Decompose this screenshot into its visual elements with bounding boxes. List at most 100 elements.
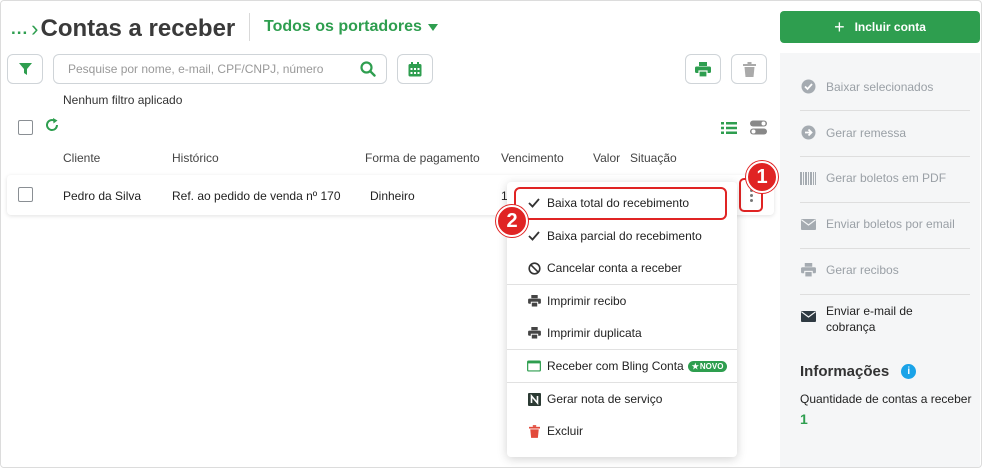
title-divider (249, 13, 250, 41)
sidebar-item-label: Enviar boletos por email (826, 217, 955, 231)
portadores-label: Todos os portadores (264, 18, 422, 35)
arrow-circle-icon (800, 125, 816, 140)
sidebar-item-gerar-remessa[interactable]: Gerar remessa (800, 125, 972, 140)
menu-divider (507, 382, 737, 383)
sidebar-item-enviar-email-cobranca[interactable]: Enviar e-mail de cobrança (800, 303, 972, 335)
check-icon (527, 229, 541, 243)
sidebar-divider (800, 110, 970, 111)
menu-item-label: Receber com Bling Conta (547, 359, 684, 373)
quantidade-label: Quantidade de contas a receber (800, 392, 972, 406)
col-header-situacao[interactable]: Situação (630, 151, 677, 165)
printer-icon (695, 61, 711, 77)
search-icon[interactable] (360, 61, 376, 77)
trash-icon (742, 61, 756, 77)
refresh-icon[interactable] (45, 118, 59, 132)
incluir-conta-button[interactable]: + Incluir conta (780, 11, 980, 43)
menu-item-baixa-parcial[interactable]: Baixa parcial do recebimento (507, 222, 737, 250)
delete-button[interactable] (731, 54, 767, 84)
quantidade-value: 1 (800, 411, 808, 427)
annotation-badge-2: 2 (496, 205, 528, 237)
app-frame: ... › Contas a receber Todos os portador… (0, 0, 982, 468)
menu-divider (507, 349, 737, 350)
col-header-historico[interactable]: Histórico (172, 151, 219, 165)
envelope-icon (800, 218, 816, 230)
sidebar-item-enviar-boletos-email[interactable]: Enviar boletos por email (800, 217, 972, 231)
col-header-valor[interactable]: Valor (593, 151, 620, 165)
filter-status: Nenhum filtro aplicado (63, 93, 183, 107)
novo-badge-label: NOVO (699, 361, 724, 371)
row-checkbox[interactable] (18, 187, 33, 202)
menu-item-label: Baixa parcial do recebimento (547, 229, 702, 243)
sidebar-item-label: Enviar e-mail de cobrança (826, 304, 913, 334)
menu-item-label: Gerar nota de serviço (547, 392, 663, 406)
col-header-cliente[interactable]: Cliente (63, 151, 100, 165)
sidebar-item-label: Gerar boletos em PDF (826, 171, 947, 185)
row-cliente: Pedro da Silva (63, 189, 142, 203)
sidebar: + Incluir conta Baixar selecionados Gera… (780, 1, 981, 467)
breadcrumb-back-link[interactable]: ... (11, 19, 28, 39)
sidebar-item-gerar-boletos-pdf[interactable]: Gerar boletos em PDF (800, 171, 972, 185)
barcode-icon (800, 171, 816, 185)
col-header-vencimento[interactable]: Vencimento (501, 151, 564, 165)
menu-divider (507, 284, 737, 285)
row-forma-pagamento: Dinheiro (370, 189, 415, 203)
n-logo-icon (527, 392, 541, 406)
sidebar-divider (800, 248, 970, 249)
novo-badge: ★ NOVO (687, 360, 728, 372)
annotation-badge-1: 1 (746, 161, 778, 193)
col-header-forma-pagamento[interactable]: Forma de pagamento (365, 151, 480, 165)
plus-icon: + (834, 17, 845, 37)
search-box (53, 54, 387, 84)
menu-item-label: Imprimir recibo (547, 294, 627, 308)
printer-icon (800, 263, 816, 277)
caret-down-icon (427, 23, 438, 31)
select-all-checkbox[interactable] (18, 120, 33, 135)
sidebar-divider (800, 156, 970, 157)
menu-item-label: Imprimir duplicata (547, 326, 642, 340)
menu-item-label: Cancelar conta a receber (547, 261, 682, 275)
sidebar-item-label: Gerar remessa (826, 125, 907, 140)
menu-item-label: Excluir (547, 424, 584, 438)
menu-item-excluir[interactable]: Excluir (507, 417, 737, 445)
ban-icon (527, 261, 541, 275)
sidebar-divider (800, 294, 970, 295)
informacoes-title: Informações (800, 363, 890, 380)
main-content: ... › Contas a receber Todos os portador… (1, 1, 778, 467)
calendar-button[interactable] (397, 54, 433, 84)
info-icon[interactable]: i (901, 364, 917, 379)
sidebar-divider (800, 202, 970, 203)
sidebar-item-gerar-recibos[interactable]: Gerar recibos (800, 263, 972, 277)
kebab-dot (749, 198, 753, 202)
calendar-icon (408, 61, 422, 76)
sidebar-item-label: Gerar recibos (826, 263, 899, 277)
menu-item-gerar-nota-servico[interactable]: Gerar nota de serviço (507, 385, 737, 413)
breadcrumb: ... › Contas a receber (11, 15, 235, 43)
sidebar-item-baixar-selecionados[interactable]: Baixar selecionados (800, 79, 972, 94)
filter-icon (18, 63, 32, 75)
portadores-dropdown[interactable]: Todos os portadores (264, 18, 438, 36)
list-view-icon[interactable] (721, 122, 737, 134)
kebab-dot (749, 193, 753, 197)
toggle-view-icon[interactable] (750, 120, 767, 135)
bling-card-icon (527, 359, 541, 373)
star-icon: ★ (691, 361, 699, 371)
informacoes-section: Informações i (800, 363, 917, 380)
menu-item-imprimir-recibo[interactable]: Imprimir recibo (507, 287, 737, 315)
highlight-baixa-total (514, 187, 727, 220)
envelope-icon (800, 311, 816, 322)
check-circle-icon (800, 79, 816, 94)
row-actions-menu: Baixa total do recebimento Baixa parcial… (507, 182, 737, 457)
filter-button[interactable] (7, 54, 43, 84)
trash-icon (527, 424, 541, 438)
print-button[interactable] (685, 54, 721, 84)
page-title: Contas a receber (40, 15, 236, 42)
menu-item-receber-bling-conta[interactable]: Receber com Bling Conta ★ NOVO (507, 352, 737, 380)
printer-icon (527, 294, 541, 308)
breadcrumb-chevron-icon: › (31, 16, 39, 41)
menu-item-imprimir-duplicata[interactable]: Imprimir duplicata (507, 319, 737, 347)
row-historico: Ref. ao pedido de venda nº 170 (172, 189, 341, 203)
menu-item-cancelar[interactable]: Cancelar conta a receber (507, 254, 737, 282)
search-input[interactable] (68, 55, 358, 83)
printer-icon (527, 326, 541, 340)
sidebar-item-label: Baixar selecionados (826, 79, 934, 94)
